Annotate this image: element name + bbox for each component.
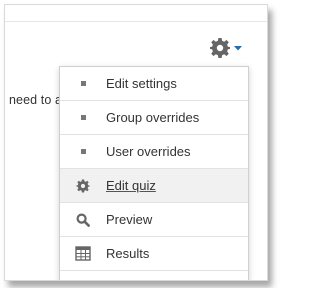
gear-icon [76, 179, 90, 192]
menu-item-results[interactable]: Results [60, 237, 248, 271]
bullet-icon [60, 81, 106, 86]
bullet-icon [60, 115, 106, 120]
bullet-icon [60, 149, 106, 154]
menu-item-user-overrides[interactable]: User overrides [60, 135, 248, 169]
body-text: need to a [9, 93, 63, 107]
menu-item-preview[interactable]: Preview [60, 203, 248, 237]
header-divider [5, 21, 267, 22]
menu-item-label: Results [106, 246, 150, 261]
settings-menu-toggle[interactable] [208, 36, 246, 60]
table-icon [75, 246, 91, 261]
menu-item-label: Preview [106, 212, 153, 227]
search-icon [76, 212, 90, 227]
menu-item-group-overrides[interactable]: Group overrides [60, 101, 248, 135]
screenshot-frame: need to a Edit settings Group overrides [0, 0, 276, 288]
menu-item-edit-settings[interactable]: Edit settings [60, 67, 248, 101]
settings-dropdown-menu: Edit settings Group overrides User overr… [59, 66, 249, 280]
menu-item-label: Group overrides [106, 110, 200, 125]
menu-item-label: Edit settings [106, 76, 177, 91]
page-panel: need to a Edit settings Group overrides [4, 4, 268, 281]
menu-item-label: User overrides [106, 144, 191, 159]
menu-item-label: Edit quiz [106, 178, 156, 193]
menu-item-edit-quiz[interactable]: Edit quiz [60, 169, 248, 203]
gear-icon [210, 38, 230, 58]
caret-down-icon [234, 46, 242, 51]
